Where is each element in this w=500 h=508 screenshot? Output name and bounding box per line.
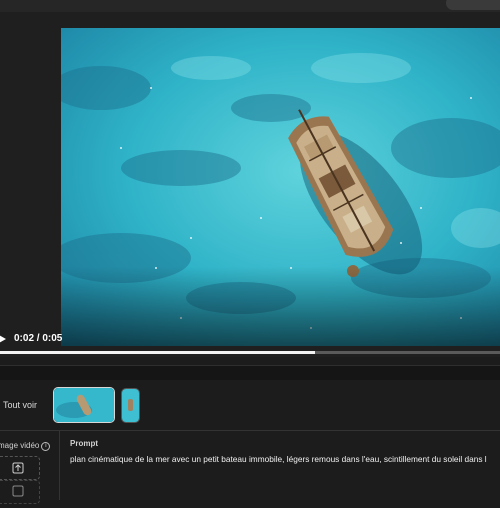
progress-fill [0, 351, 315, 354]
progress-bar[interactable] [0, 351, 500, 354]
thumbnail-selected[interactable] [53, 387, 115, 423]
image-upload-box-secondary[interactable] [0, 480, 40, 504]
panel-separator [59, 431, 60, 500]
info-icon[interactable]: i [41, 442, 51, 451]
play-icon[interactable] [0, 334, 6, 344]
video-frame[interactable] [61, 28, 500, 346]
panel-divider [0, 365, 500, 380]
image-video-label: mage vidéo i [0, 441, 51, 451]
sea-boat-scene [61, 28, 500, 346]
thumbnail-image [54, 388, 114, 422]
see-all-button[interactable]: Tout voir [3, 400, 37, 410]
upload-icon [12, 462, 24, 474]
prompt-label: Prompt [70, 439, 98, 448]
time-display: 0:02 / 0:05 [14, 333, 63, 344]
prompt-input[interactable]: plan cinématique de la mer avec un petit… [70, 454, 487, 464]
thumbnail-second[interactable] [121, 388, 140, 423]
image-upload-box[interactable] [0, 456, 40, 480]
thumbnail-image [122, 389, 139, 422]
top-bar-button[interactable] [446, 0, 500, 10]
